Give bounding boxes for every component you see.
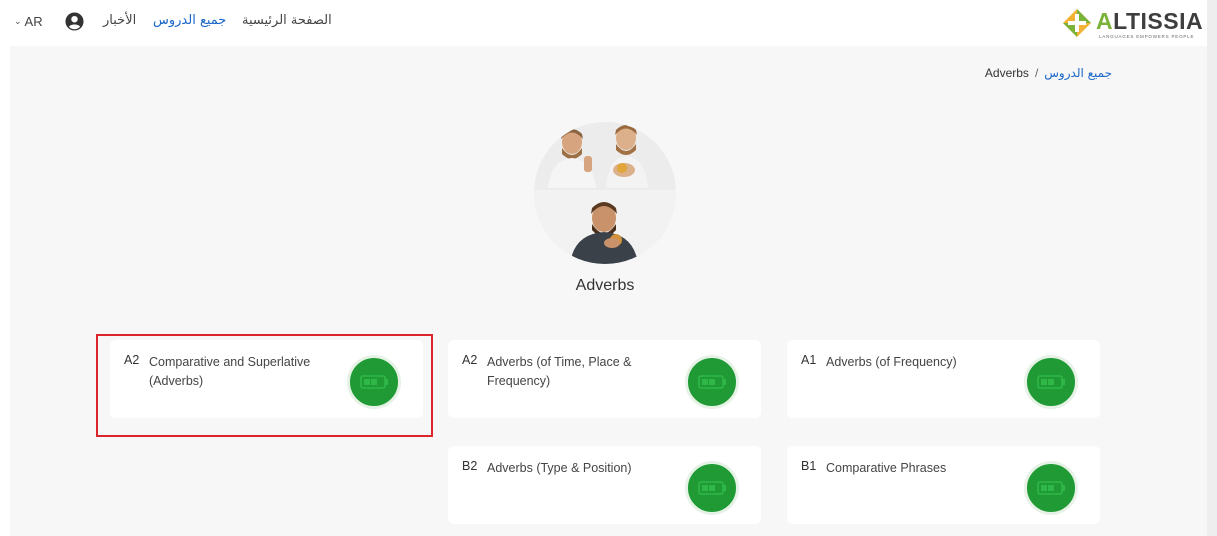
nav-news-link[interactable]: الأخبار bbox=[103, 13, 136, 28]
lesson-card[interactable]: A2 Adverbs (of Time, Place & Frequency) bbox=[448, 340, 761, 418]
selection-highlight bbox=[96, 334, 433, 437]
lesson-level: A2 bbox=[462, 353, 478, 367]
nav-all-courses-link[interactable]: جميع الدروس bbox=[153, 13, 226, 28]
lesson-badge-battery-icon bbox=[1024, 461, 1078, 515]
lesson-level: B2 bbox=[462, 459, 478, 473]
breadcrumb-current: Adverbs bbox=[984, 66, 1029, 80]
lesson-title: Adverbs (of Time, Place & Frequency) bbox=[487, 355, 632, 388]
lesson-title: Comparative Phrases bbox=[826, 461, 947, 475]
altissia-logo[interactable]: ALTISSIA LANGUAGES EMPOWERS PEOPLE bbox=[1062, 6, 1207, 42]
lesson-card[interactable]: B1 Comparative Phrases bbox=[787, 446, 1100, 524]
breadcrumb: Adverbs / جميع الدروس bbox=[985, 66, 1112, 80]
logo-mark-icon bbox=[1062, 8, 1092, 38]
top-navigation-bar: ⌄ AR الأخبار جميع الدروس الصفحة الرئيسية… bbox=[0, 0, 1217, 46]
topic-title: Adverbs bbox=[575, 277, 635, 294]
breadcrumb-parent-link[interactable]: جميع الدروس bbox=[1044, 66, 1112, 80]
logo-wordmark: ALTISSIA bbox=[1096, 8, 1204, 34]
lesson-title: Adverbs (of Frequency) bbox=[826, 355, 957, 369]
topic-image bbox=[534, 122, 676, 264]
header-left-group: ⌄ AR bbox=[14, 12, 84, 31]
lesson-title: Adverbs (Type & Position) bbox=[487, 461, 632, 475]
lesson-badge-battery-icon bbox=[1024, 355, 1078, 409]
main-content: Adverbs / جميع الدروس Adverbs A2 Compara… bbox=[10, 46, 1207, 536]
window-edge bbox=[1207, 0, 1217, 536]
language-label: AR bbox=[24, 14, 43, 29]
lesson-badge-battery-icon bbox=[685, 355, 739, 409]
chevron-down-icon: ⌄ bbox=[14, 16, 22, 26]
lesson-badge-battery-icon bbox=[685, 461, 739, 515]
breadcrumb-separator: / bbox=[1034, 66, 1039, 80]
lesson-level: A1 bbox=[801, 353, 817, 367]
user-circle-icon[interactable] bbox=[65, 12, 84, 31]
lesson-card[interactable]: A1 Adverbs (of Frequency) bbox=[787, 340, 1100, 418]
lesson-level: B1 bbox=[801, 459, 817, 473]
nav-home-link[interactable]: الصفحة الرئيسية bbox=[242, 13, 332, 28]
language-selector[interactable]: ⌄ AR bbox=[14, 14, 43, 29]
logo-tagline: LANGUAGES EMPOWERS PEOPLE bbox=[1099, 34, 1195, 39]
lesson-card[interactable]: B2 Adverbs (Type & Position) bbox=[448, 446, 761, 524]
